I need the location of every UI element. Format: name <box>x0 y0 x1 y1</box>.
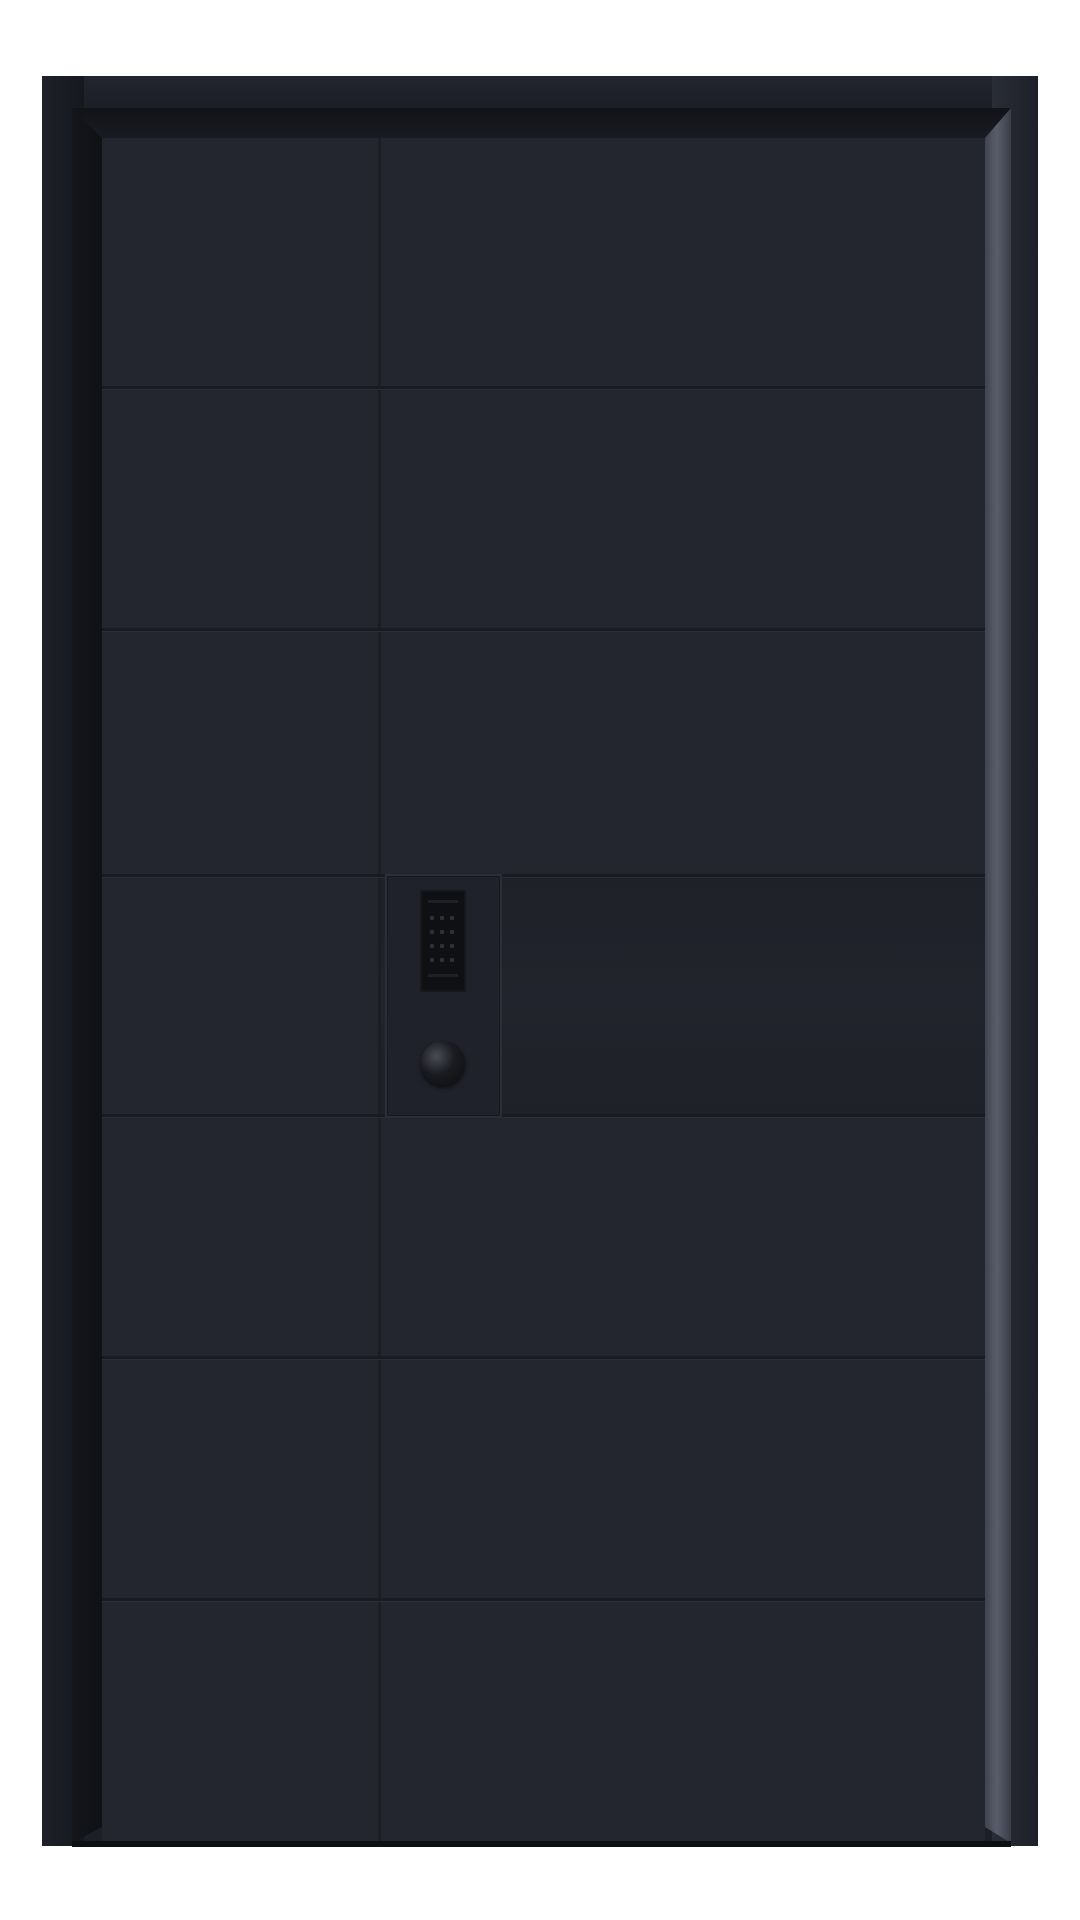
keypad-key <box>450 958 454 962</box>
door-frame-right-bevel <box>985 108 1011 1843</box>
keypad-key <box>440 958 444 962</box>
keypad-key <box>440 944 444 948</box>
keypad-key <box>430 944 434 948</box>
smart-lock[interactable] <box>385 874 502 1118</box>
door-groove <box>102 628 985 631</box>
door-floor-shadow <box>72 1841 1011 1847</box>
keypad-key <box>440 916 444 920</box>
door-groove <box>102 1598 985 1601</box>
door-frame-top-bevel <box>72 108 1011 138</box>
door-leaf <box>102 138 985 1843</box>
keypad-key <box>450 944 454 948</box>
door-groove <box>102 1114 985 1117</box>
knob-icon[interactable] <box>421 1041 465 1085</box>
door-left-leaf <box>102 138 381 1843</box>
keypad-slot <box>428 900 458 903</box>
keypad-key <box>440 930 444 934</box>
keypad-icon[interactable] <box>420 890 466 992</box>
keypad-key <box>450 916 454 920</box>
keypad-slot <box>428 974 458 977</box>
door-groove <box>102 1356 985 1359</box>
keypad-key <box>450 930 454 934</box>
keypad-key <box>430 930 434 934</box>
door-groove <box>102 386 985 389</box>
door-frame-left-bevel <box>72 108 102 1843</box>
keypad-key <box>430 958 434 962</box>
keypad-key <box>430 916 434 920</box>
door-scene <box>0 0 1080 1920</box>
door-groove <box>102 874 985 877</box>
